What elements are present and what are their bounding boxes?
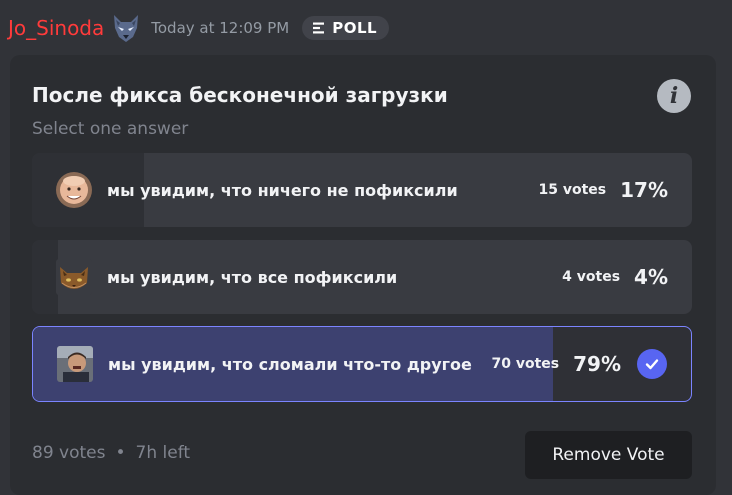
vote-percent: 79% [573, 352, 621, 376]
poll-hint: Select one answer [32, 119, 189, 139]
vote-percent: 17% [620, 178, 668, 202]
vote-fill-bar [32, 240, 59, 314]
answer-text: мы увидим, что все пофиксили [107, 267, 398, 287]
answer-results: 4 votes 4% [562, 240, 668, 314]
wolf-avatar-icon[interactable] [110, 12, 142, 44]
answer-results: 15 votes 17% [539, 153, 669, 227]
bald-man-face-icon [56, 172, 92, 208]
answer-results: 70 votes 79% [491, 327, 667, 401]
poll-answer-1[interactable]: мы увидим, что ничего не пофиксили 15 vo… [32, 153, 692, 227]
username[interactable]: Jo_Sinoda [8, 16, 104, 40]
remove-vote-button[interactable]: Remove Vote [525, 431, 692, 479]
message-header: Jo_Sinoda Today at 12:09 PM POLL [8, 12, 390, 44]
vote-percent: 4% [634, 265, 668, 289]
vote-count: 15 votes [538, 182, 607, 198]
total-votes: 89 votes [32, 443, 106, 463]
answer-text: мы увидим, что ничего не пофиксили [107, 180, 458, 200]
man-photo-icon [57, 346, 93, 382]
info-icon[interactable]: i [657, 79, 691, 113]
poll-footer: 89 votes • 7h left [32, 443, 190, 463]
poll-answer-3[interactable]: мы увидим, что сломали что-то другое 70 … [32, 326, 692, 402]
vote-count: 70 votes [491, 356, 560, 372]
poll-answer-2[interactable]: мы увидим, что все пофиксили 4 votes 4% [32, 240, 692, 314]
cat-face-icon [56, 259, 92, 295]
poll-badge-label: POLL [332, 19, 378, 37]
answer-text: мы увидим, что сломали что-то другое [108, 354, 472, 374]
time-left: 7h left [135, 443, 191, 463]
separator-dot: • [115, 443, 126, 463]
timestamp: Today at 12:09 PM [151, 19, 290, 37]
poll-icon [313, 22, 325, 34]
poll-badge: POLL [302, 16, 390, 40]
vote-count: 4 votes [562, 269, 621, 285]
checkmark-icon [637, 349, 667, 379]
poll-question: После фикса бесконечной загрузки [32, 83, 448, 107]
poll-card: После фикса бесконечной загрузки Select … [10, 55, 716, 495]
